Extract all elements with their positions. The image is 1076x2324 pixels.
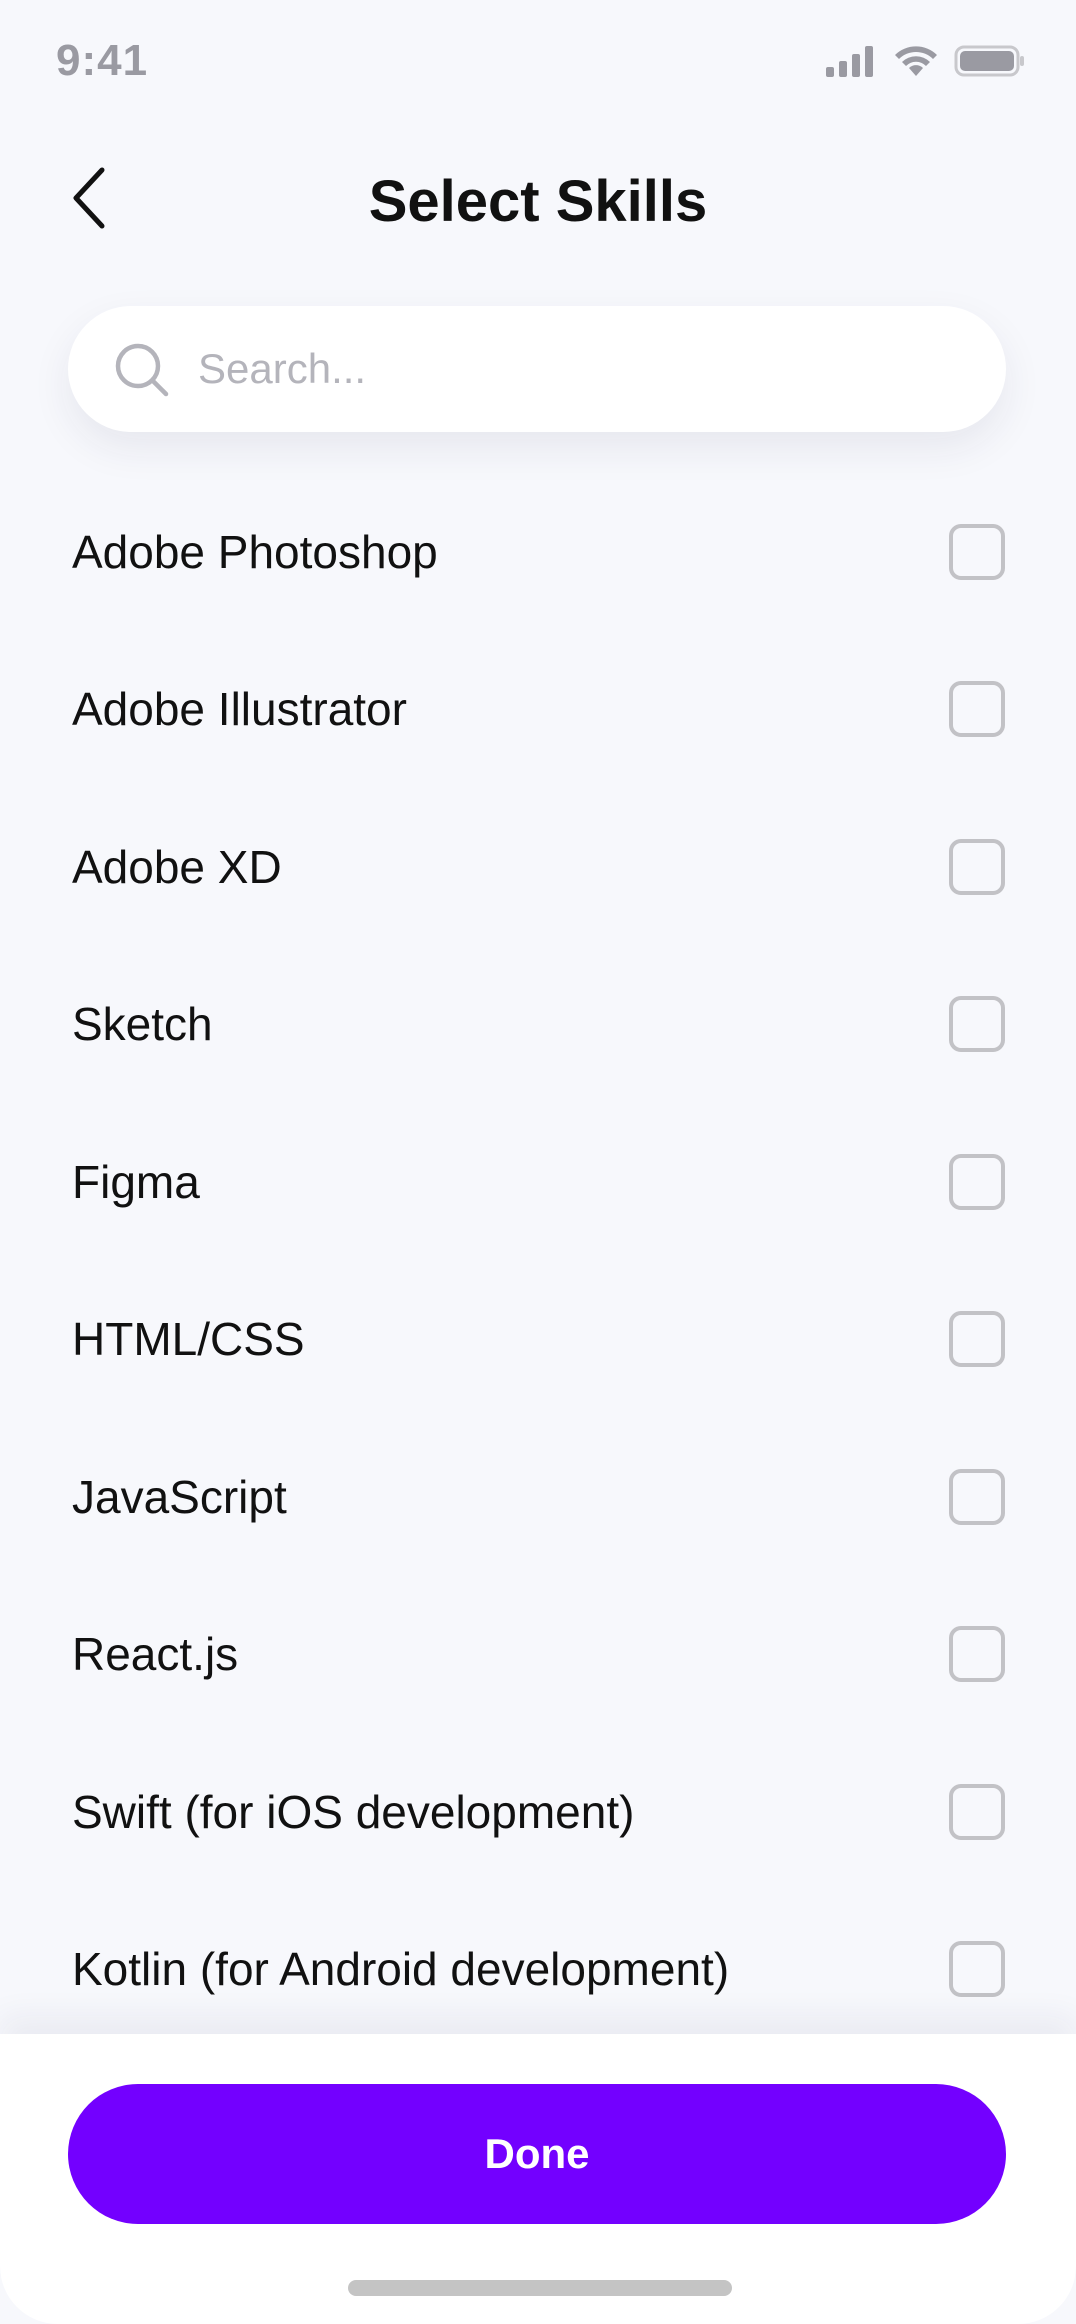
header: Select Skills <box>0 150 1076 250</box>
skill-checkbox[interactable] <box>949 1626 1005 1683</box>
skill-label: Kotlin (for Android development) <box>72 1943 730 1996</box>
skill-checkbox[interactable] <box>949 1468 1005 1525</box>
status-icons <box>826 44 1026 83</box>
skill-label: Adobe Illustrator <box>72 683 407 736</box>
skill-checkbox[interactable] <box>949 996 1005 1053</box>
search-icon <box>114 342 170 398</box>
skill-item-sketch[interactable]: Sketch <box>0 946 1076 1104</box>
skill-item-react-js[interactable]: React.js <box>0 1576 1076 1734</box>
status-bar: 9:41 <box>0 0 1076 124</box>
wifi-icon <box>894 44 938 83</box>
skill-label: React.js <box>72 1628 239 1681</box>
skill-item-swift[interactable]: Swift (for iOS development) <box>0 1733 1076 1891</box>
skill-label: JavaScript <box>72 1470 287 1523</box>
skill-label: HTML/CSS <box>72 1313 305 1366</box>
skill-checkbox[interactable] <box>949 681 1005 738</box>
skill-label: Swift (for iOS development) <box>72 1785 635 1838</box>
skill-item-adobe-xd[interactable]: Adobe XD <box>0 788 1076 946</box>
skill-checkbox[interactable] <box>949 838 1005 895</box>
skill-label: Sketch <box>72 998 213 1051</box>
skill-item-html-css[interactable]: HTML/CSS <box>0 1261 1076 1419</box>
skills-list: Adobe Photoshop Adobe Illustrator Adobe … <box>0 473 1076 2048</box>
battery-icon <box>954 44 1026 83</box>
search-input[interactable] <box>198 306 958 432</box>
page-title: Select Skills <box>368 169 708 234</box>
skill-checkbox[interactable] <box>949 523 1005 580</box>
home-indicator <box>348 2280 732 2296</box>
status-time: 9:41 <box>56 36 149 85</box>
skill-item-kotlin[interactable]: Kotlin (for Android development) <box>0 1891 1076 2049</box>
done-button[interactable]: Done <box>68 2084 1006 2224</box>
cellular-signal-icon <box>826 45 878 82</box>
skill-checkbox[interactable] <box>949 1941 1005 1998</box>
skill-checkbox[interactable] <box>949 1783 1005 1840</box>
skill-label: Adobe Photoshop <box>72 525 438 578</box>
skills-screen: 9:41 Select Skills Search... Adobe Photo… <box>0 0 1076 2324</box>
skill-checkbox[interactable] <box>949 1153 1005 1210</box>
skill-label: Adobe XD <box>72 840 282 893</box>
bottom-bar: Done <box>0 2034 1076 2324</box>
skill-item-adobe-photoshop[interactable]: Adobe Photoshop <box>0 473 1076 631</box>
search-bar[interactable] <box>68 306 1006 432</box>
skill-label: Figma <box>72 1155 200 1208</box>
skill-item-javascript[interactable]: JavaScript <box>0 1418 1076 1576</box>
skill-checkbox[interactable] <box>949 1311 1005 1368</box>
skill-item-adobe-illustrator[interactable]: Adobe Illustrator <box>0 631 1076 789</box>
skill-item-figma[interactable]: Figma <box>0 1103 1076 1261</box>
